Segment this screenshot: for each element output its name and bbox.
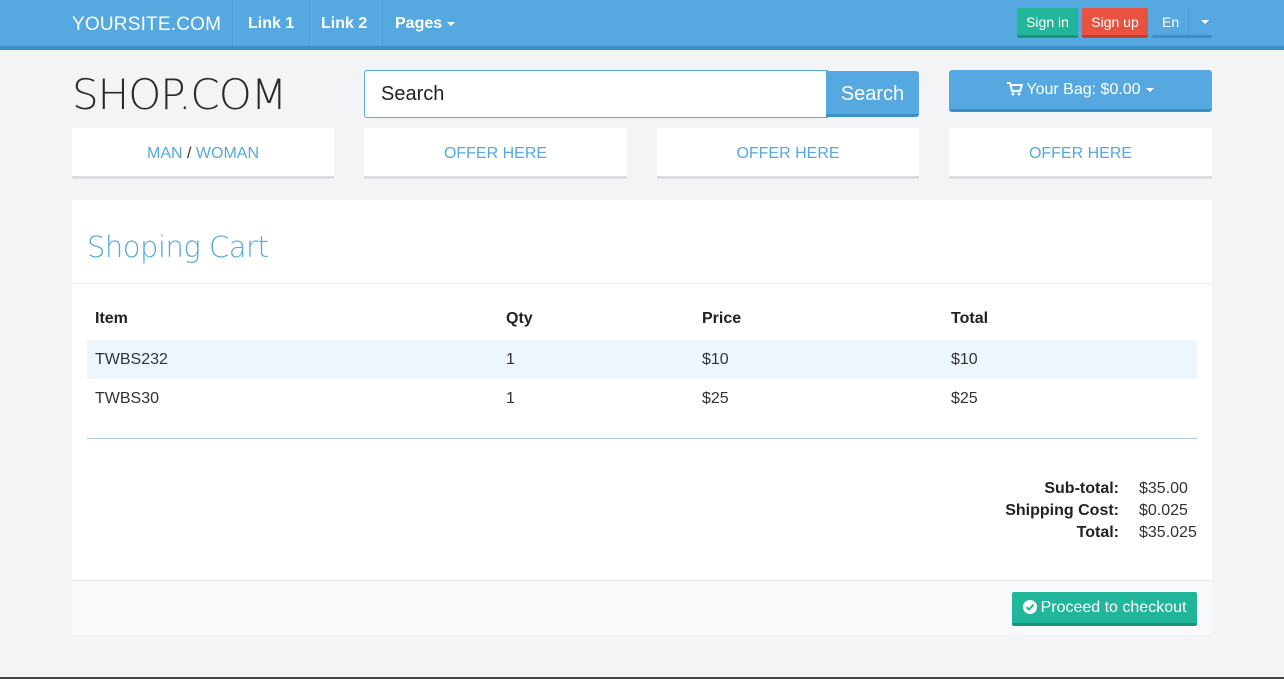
cell-item: TWBS232 [87, 340, 498, 379]
cart-table: Item Qty Price Total TWBS232 1 $10 $10 T… [87, 298, 1197, 418]
offer-box[interactable]: OFFER HERE [657, 128, 919, 179]
subtotal-label: Sub-total: [1044, 480, 1119, 497]
cell-total: $25 [951, 389, 978, 407]
table-row: TWBS30 1 $25 $25 [87, 379, 1197, 418]
column-header-item: Item [95, 310, 128, 327]
search-button[interactable]: Search [826, 71, 919, 117]
language-dropdown[interactable]: En [1152, 8, 1212, 38]
subtotal-value: $35.00 [1139, 480, 1188, 497]
offer-man-link[interactable]: MAN [147, 145, 183, 162]
panel-divider [72, 283, 1212, 284]
total-row: Total: $35.025 [1005, 522, 1197, 544]
cart-summary: Sub-total: $35.00 Shipping Cost: $0.025 To… [1005, 478, 1197, 544]
column-header-total: Total [951, 310, 989, 327]
offer-box[interactable]: OFFER HERE [364, 128, 627, 179]
shop-logo[interactable]: SHOP.COM [72, 70, 287, 119]
sign-up-button[interactable]: Sign up [1082, 8, 1148, 38]
nav-pages-label: Pages [395, 15, 443, 32]
cell-qty: 1 [506, 389, 515, 407]
sign-in-button[interactable]: Sign in [1017, 8, 1078, 38]
nav-link-2[interactable]: Link 2 [306, 0, 384, 46]
offer-woman-link[interactable]: WOMAN [196, 145, 259, 162]
caret-down-icon[interactable] [1201, 20, 1209, 24]
shopping-cart-icon [1007, 82, 1024, 96]
language-label: En [1162, 14, 1180, 30]
caret-down-icon [1145, 87, 1154, 92]
cart-title: Shoping Cart [87, 230, 269, 264]
cell-price: $25 [702, 389, 729, 407]
proceed-to-checkout-button[interactable]: Proceed to checkout [1012, 592, 1197, 626]
search-input[interactable]: Search [364, 70, 828, 118]
table-row: TWBS232 1 $10 $10 [87, 340, 1197, 379]
offer-separator: / [187, 145, 192, 162]
cell-price: $10 [694, 340, 943, 379]
cart-panel: Shoping Cart Item Qty Price Total TWBS23… [72, 200, 1212, 635]
check-circle-icon [1022, 600, 1037, 614]
your-bag-button[interactable]: Your Bag: $0.00 [949, 70, 1212, 112]
panel-footer: Proceed to checkout [72, 580, 1212, 635]
shipping-value: $0.025 [1139, 502, 1188, 519]
offer-box[interactable]: OFFER HERE [949, 128, 1212, 179]
total-value: $35.025 [1139, 524, 1197, 541]
subtotal-row: Sub-total: $35.00 [1005, 478, 1197, 500]
cell-total: $10 [943, 340, 1197, 379]
split-divider [1188, 8, 1189, 35]
table-divider [87, 438, 1197, 439]
shipping-row: Shipping Cost: $0.025 [1005, 500, 1197, 522]
nav-link-1[interactable]: Link 1 [232, 0, 311, 46]
cell-item: TWBS30 [95, 389, 160, 407]
column-header-qty: Qty [506, 310, 533, 327]
nav-pages-dropdown[interactable]: Pages [380, 0, 470, 46]
caret-down-icon [447, 21, 456, 26]
bag-label: Your Bag: $0.00 [1026, 81, 1141, 98]
cell-qty: 1 [498, 340, 694, 379]
total-label: Total: [1076, 524, 1119, 541]
table-header-row: Item Qty Price Total [87, 298, 1197, 340]
top-navbar: YOURSITE.COM Link 1 Link 2 Pages Sign in… [0, 0, 1284, 50]
offer-man-woman: MAN / WOMAN [72, 128, 334, 179]
checkout-label: Proceed to checkout [1040, 599, 1187, 616]
shipping-label: Shipping Cost: [1005, 502, 1119, 519]
site-brand[interactable]: YOURSITE.COM [72, 14, 221, 36]
column-header-price: Price [702, 310, 742, 327]
